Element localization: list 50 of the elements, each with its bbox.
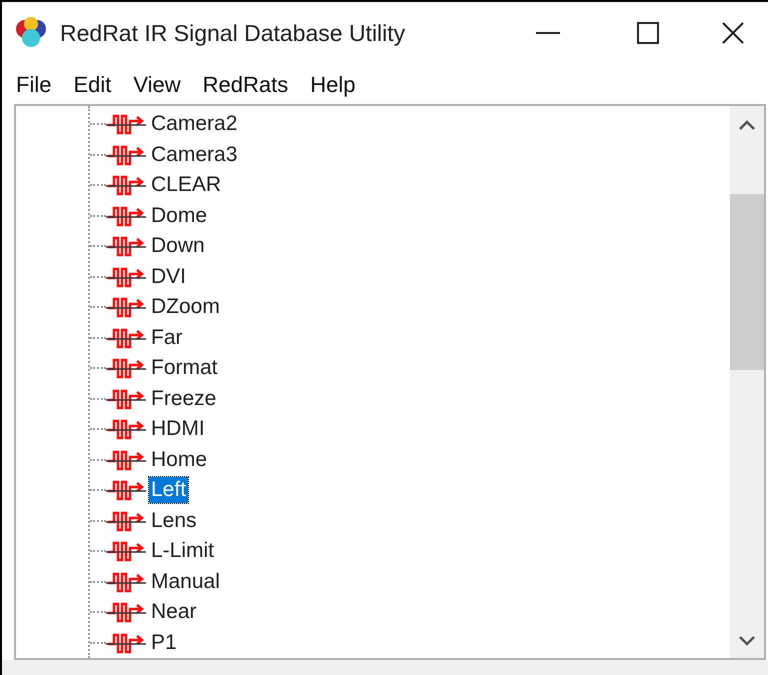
signal-icon xyxy=(106,601,146,624)
tree-item[interactable]: P1 xyxy=(149,630,179,656)
tree-item[interactable]: HDMI xyxy=(149,416,207,442)
tree-item[interactable]: Left xyxy=(149,477,188,504)
signal-icon xyxy=(106,204,146,227)
tree-item[interactable]: Home xyxy=(149,446,210,473)
tree-item[interactable]: Manual xyxy=(149,568,222,595)
scrollbar[interactable] xyxy=(730,106,764,658)
signal-icon xyxy=(106,418,146,440)
minimize-icon xyxy=(536,32,560,34)
signal-icon xyxy=(106,570,146,593)
tree-item[interactable]: Format xyxy=(149,355,220,382)
signal-icon xyxy=(106,479,146,502)
signal-icon xyxy=(106,174,146,196)
signal-icon xyxy=(106,296,146,318)
tree-item[interactable]: Far xyxy=(149,324,184,351)
signal-icon xyxy=(106,448,146,471)
menu-item[interactable]: Edit xyxy=(67,68,118,100)
tree-item[interactable]: CLEAR xyxy=(149,172,224,198)
signal-icon xyxy=(106,235,146,258)
tree-item[interactable]: DZoom xyxy=(149,294,222,320)
signal-icon xyxy=(106,144,146,166)
scroll-down-icon[interactable] xyxy=(739,636,755,646)
signal-icon xyxy=(106,113,146,136)
app-logo-icon xyxy=(14,16,48,50)
window-title: RedRat IR Signal Database Utility xyxy=(60,18,406,48)
tree-item[interactable]: Dome xyxy=(149,202,210,229)
tree-item[interactable]: Camera2 xyxy=(149,111,240,138)
tree-item[interactable]: DVI xyxy=(149,264,188,290)
tree-item[interactable]: L-Limit xyxy=(149,538,216,564)
tree-item[interactable]: Camera3 xyxy=(149,142,240,168)
menu-item[interactable]: Help xyxy=(304,68,362,100)
scroll-up-icon[interactable] xyxy=(739,120,755,130)
scroll-thumb[interactable] xyxy=(730,194,764,370)
maximize-icon xyxy=(637,22,659,44)
menu-item[interactable]: File xyxy=(10,68,58,100)
close-icon xyxy=(722,22,744,44)
signal-icon xyxy=(106,266,146,288)
tree-item[interactable]: Freeze xyxy=(149,386,218,412)
signal-icon xyxy=(106,388,146,410)
menu-item[interactable]: RedRats xyxy=(196,68,294,100)
tree-item[interactable]: Near xyxy=(149,599,199,626)
signal-icon xyxy=(106,326,146,349)
signal-icon xyxy=(106,510,146,532)
signal-icon xyxy=(106,357,146,380)
signal-icon xyxy=(106,540,146,562)
tree-item[interactable]: Down xyxy=(149,233,207,260)
tree-item[interactable]: Lens xyxy=(149,508,199,534)
signal-icon xyxy=(106,632,146,654)
menu-item[interactable]: View xyxy=(127,68,187,100)
